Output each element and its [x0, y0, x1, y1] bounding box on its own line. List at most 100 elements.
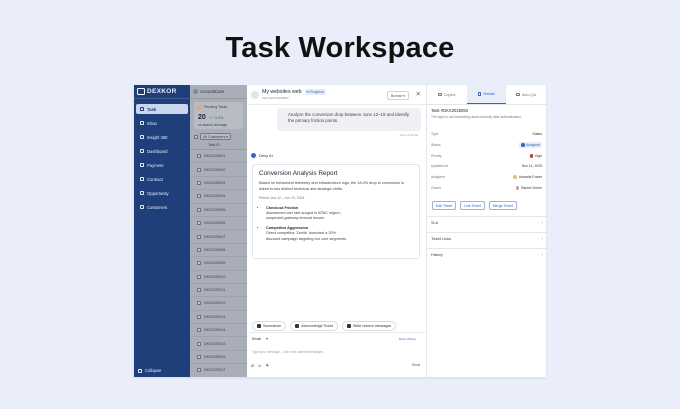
- row-checkbox[interactable]: [197, 194, 201, 199]
- app-window: DEXKOR Task Inbox Insight 360 Dashboard …: [134, 85, 546, 377]
- task-id-cell: DKX2025004: [204, 194, 226, 199]
- brand-logo[interactable]: DEXKOR: [134, 85, 190, 99]
- row-checkbox[interactable]: [197, 301, 201, 306]
- chevron-right-icon: ›: [541, 236, 543, 242]
- merge-ticket-button[interactable]: Merge Ticket: [488, 201, 517, 210]
- table-row[interactable]: DKX2025005: [190, 204, 247, 217]
- sidebar-item-payment[interactable]: Payment: [136, 160, 188, 170]
- status-badge: In Progress: [304, 89, 326, 95]
- collapse-button[interactable]: Collapse: [138, 368, 161, 373]
- row-checkbox[interactable]: [197, 341, 201, 346]
- row-checkbox[interactable]: [197, 247, 201, 252]
- brand-name: DEXKOR: [147, 88, 177, 95]
- section-history[interactable]: History ›: [427, 248, 546, 261]
- sidebar-item-dashboard[interactable]: Dashboard: [136, 146, 188, 156]
- link-ticket-button[interactable]: Link Ticket: [460, 201, 485, 210]
- attach-icon[interactable]: ⌀: [251, 363, 254, 369]
- details-icon: [477, 92, 482, 96]
- report-period: Period: Jun 12 – Jun 19, 2024: [259, 196, 305, 201]
- table-row[interactable]: DKX2025007: [190, 230, 247, 244]
- bot-header: Dexy AI: [251, 153, 273, 158]
- edit-ticket-button[interactable]: Edit Ticket: [432, 201, 457, 210]
- message-input[interactable]: Type your message... Use # for canned me…: [252, 350, 323, 354]
- account-header[interactable]: AccountCare: [190, 85, 247, 99]
- send-button[interactable]: Send: [412, 363, 420, 367]
- page-title: Task Workspace: [225, 32, 455, 64]
- task-id-cell: DKX2025009: [204, 261, 226, 266]
- sidebar-item-insight[interactable]: Insight 360: [136, 132, 188, 142]
- customer-filter-dropdown[interactable]: All Customers ▾: [200, 133, 232, 140]
- ai-icon[interactable]: ✦: [265, 363, 269, 369]
- field-priority: Priority High: [431, 154, 542, 158]
- section-sla[interactable]: SLA ›: [427, 216, 546, 229]
- contact-avatar: [251, 90, 259, 99]
- table-row[interactable]: DKX2025017: [190, 364, 247, 377]
- priority-dot-icon: [529, 154, 534, 158]
- task-id-cell: DKX2025010: [204, 274, 226, 279]
- row-checkbox[interactable]: [197, 368, 201, 373]
- row-checkbox[interactable]: [197, 154, 201, 159]
- tab-copilot[interactable]: Copilot: [427, 85, 467, 104]
- table-row[interactable]: DKX2025008: [190, 244, 247, 258]
- pending-tasks-card: Pending Tasks 20 ↗ +1.4% vs team's avera…: [194, 102, 243, 129]
- emoji-icon[interactable]: ☺: [257, 363, 262, 369]
- table-row[interactable]: DKX2025015: [190, 337, 247, 351]
- table-row[interactable]: DKX2025014: [190, 324, 247, 338]
- section-ticket-links[interactable]: Ticket Links ›: [427, 232, 546, 245]
- finding-item: Competitor Aggression Direct competitor …: [266, 226, 413, 242]
- task-id-cell: DKX2025014: [204, 328, 226, 333]
- row-checkbox[interactable]: [197, 274, 201, 279]
- table-row[interactable]: DKX2025009: [190, 257, 247, 271]
- details-tabs: Copilot Details Auto QA: [427, 85, 546, 105]
- row-checkbox[interactable]: [197, 355, 201, 360]
- tab-auto-qa[interactable]: Auto QA: [506, 85, 546, 104]
- table-row[interactable]: DKX2025011: [190, 284, 247, 298]
- sidebar: DEXKOR Task Inbox Insight 360 Dashboard …: [134, 85, 190, 377]
- table-row[interactable]: DKX2025016: [190, 351, 247, 365]
- sidebar-nav: Task Inbox Insight 360 Dashboard Payment…: [134, 99, 190, 212]
- ticket-actions: Edit Ticket Link Ticket Merge Ticket: [432, 201, 517, 210]
- table-row[interactable]: DKX2025012: [190, 297, 247, 311]
- browse-dropdown[interactable]: Browse ▾: [387, 91, 409, 100]
- table-row[interactable]: DKX2025002: [190, 163, 247, 177]
- sidebar-item-contract[interactable]: Contract: [136, 174, 188, 184]
- sidebar-item-opportunity[interactable]: Opportunity: [136, 188, 188, 198]
- table-row[interactable]: DKX2025006: [190, 217, 247, 231]
- table-row[interactable]: DKX2025013: [190, 311, 247, 325]
- row-checkbox[interactable]: [197, 328, 201, 333]
- row-checkbox[interactable]: [197, 314, 201, 319]
- close-icon[interactable]: ✕: [416, 90, 421, 98]
- write-resolve-button[interactable]: Write resolve messages: [341, 321, 397, 331]
- row-checkbox[interactable]: [197, 261, 201, 266]
- task-id-cell: DKX2025008: [204, 247, 226, 252]
- check-icon: [295, 324, 300, 328]
- row-checkbox[interactable]: [197, 180, 201, 185]
- inbox-icon: [140, 121, 144, 125]
- collapse-icon: [138, 368, 142, 373]
- table-row[interactable]: DKX2025003: [190, 177, 247, 191]
- pen-icon: [346, 324, 351, 328]
- chevron-down-icon[interactable]: ▾: [266, 336, 268, 341]
- field-type: Type Status: [431, 132, 542, 136]
- row-checkbox[interactable]: [197, 288, 201, 293]
- table-row[interactable]: DKX2025010: [190, 271, 247, 284]
- acknowledge-ticket-button[interactable]: Acknowledge Ticket: [290, 321, 338, 331]
- row-checkbox[interactable]: [197, 234, 201, 239]
- status-pill[interactable]: Assigned: [519, 142, 542, 148]
- task-id-cell: DKX2025007: [204, 234, 226, 239]
- row-checkbox[interactable]: [197, 221, 201, 226]
- tab-details[interactable]: Details: [466, 85, 507, 104]
- sidebar-item-inbox[interactable]: Inbox: [136, 118, 188, 128]
- shortcut-link[interactable]: Show Others: [399, 337, 416, 341]
- task-filter: All Customers ▾: [190, 132, 247, 141]
- row-checkbox[interactable]: [197, 167, 201, 172]
- row-checkbox[interactable]: [197, 207, 201, 212]
- column-header-task-id[interactable]: Task ID: [190, 141, 247, 150]
- select-all-checkbox[interactable]: [194, 134, 198, 139]
- table-row[interactable]: DKX2025004: [190, 190, 247, 204]
- table-row[interactable]: DKX2025001: [190, 150, 247, 164]
- summarize-button[interactable]: Summarize: [252, 321, 287, 331]
- channel-select[interactable]: Email: [252, 337, 261, 341]
- sidebar-item-customers[interactable]: Customers: [136, 202, 188, 212]
- sidebar-item-task[interactable]: Task: [136, 104, 188, 114]
